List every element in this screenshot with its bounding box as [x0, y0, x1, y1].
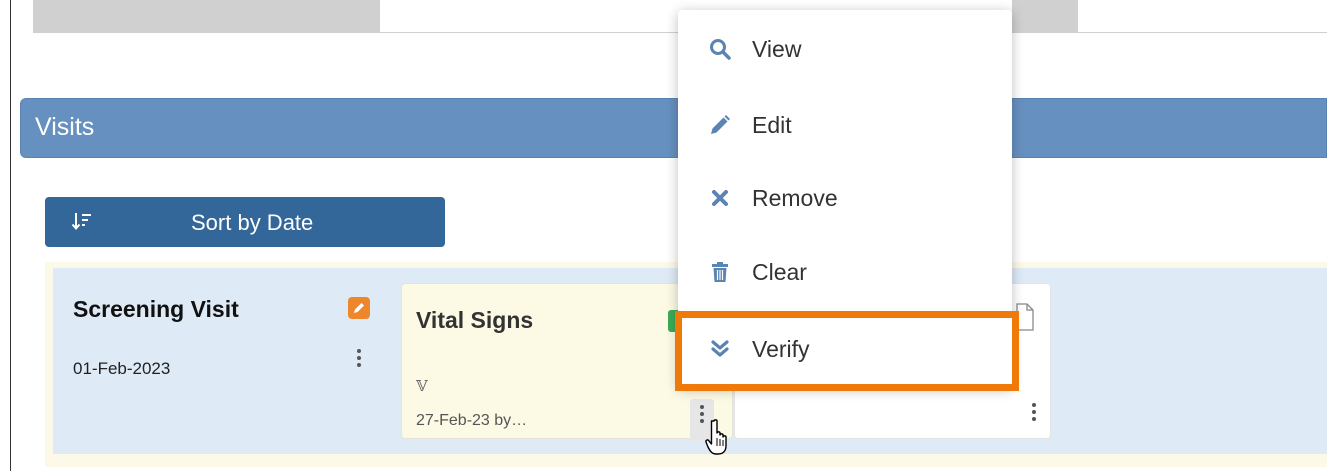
- form-card-second-kebab-icon[interactable]: [1027, 400, 1041, 432]
- sort-by-date-button[interactable]: Sort by Date: [45, 197, 445, 247]
- visits-title: Visits: [35, 113, 95, 141]
- sort-button-label: Sort by Date: [191, 210, 314, 235]
- top-table-cell-value: [380, 0, 680, 33]
- menu-item-remove[interactable]: Remove: [678, 173, 1012, 223]
- top-table-cell-value-2: [1078, 0, 1327, 33]
- top-table-cell-label: [33, 0, 380, 33]
- sort-descending-icon: [71, 210, 93, 238]
- menu-item-label: Clear: [752, 259, 807, 285]
- menu-item-label: View: [752, 36, 802, 62]
- menu-item-view[interactable]: View: [678, 24, 1012, 74]
- pencil-icon: [708, 113, 732, 137]
- visit-edit-icon[interactable]: [348, 297, 370, 319]
- form-status-glyph: 𝕍: [416, 377, 428, 395]
- verify-highlight-box: [675, 311, 1019, 391]
- form-card-title: Vital Signs: [416, 307, 534, 333]
- menu-item-edit[interactable]: Edit: [678, 100, 1012, 150]
- x-icon: [708, 186, 732, 210]
- menu-item-label: Edit: [752, 112, 792, 138]
- trash-icon: [708, 260, 732, 284]
- menu-item-label: Remove: [752, 185, 838, 211]
- menu-item-clear[interactable]: Clear: [678, 247, 1012, 297]
- visits-section-header: Visits: [20, 98, 1327, 158]
- form-card-meta: 27-Feb-23 by…: [416, 412, 528, 429]
- search-icon: [708, 37, 732, 61]
- top-table-cell-label-2: [1012, 0, 1078, 33]
- visit-date: 01-Feb-2023: [73, 359, 171, 378]
- visit-kebab-menu-icon[interactable]: [352, 346, 366, 378]
- hand-cursor-icon: [705, 418, 737, 456]
- visit-name: Screening Visit: [73, 296, 239, 322]
